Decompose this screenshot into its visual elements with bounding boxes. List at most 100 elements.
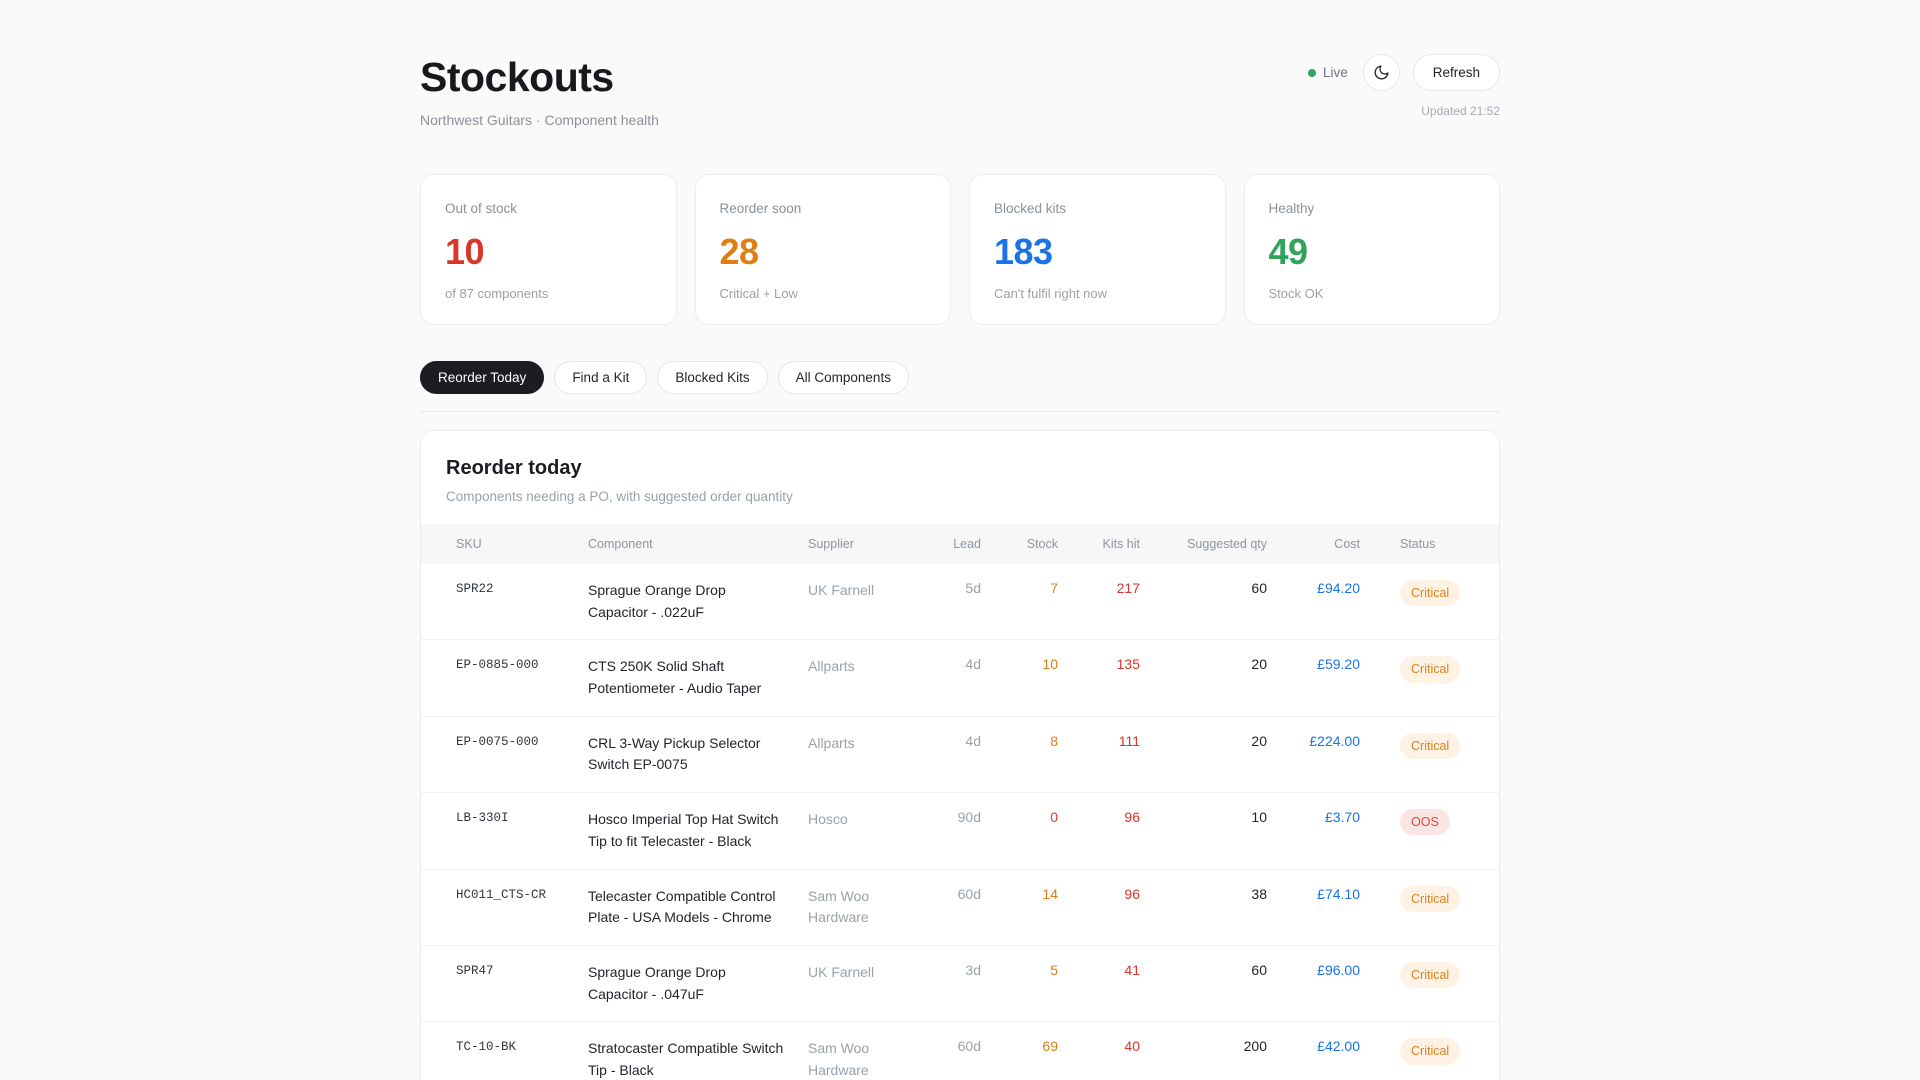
kits-hit-cell: 135: [1058, 639, 1140, 717]
component-cell: Sprague Orange Drop Capacitor - .022uF: [588, 582, 726, 620]
col-header-kits-hit: Kits hit: [1102, 537, 1140, 551]
sku-cell: SPR47: [421, 944, 588, 1022]
page-container: Stockouts Northwest Guitars · Component …: [420, 0, 1500, 1080]
table-row[interactable]: SPR22 Sprague Orange Drop Capacitor - .0…: [421, 564, 1499, 640]
stat-sub: Stock OK: [1268, 286, 1324, 301]
tab-all-components[interactable]: All Components: [777, 361, 909, 394]
status-cell: OOS: [1360, 792, 1499, 869]
lead-cell: 60d: [908, 868, 981, 946]
status-cell: Critical: [1360, 868, 1499, 946]
stat-value: 10: [445, 231, 485, 272]
suggested-qty-cell: 60: [1140, 944, 1267, 1022]
stock-cell: 0: [981, 792, 1058, 869]
col-header-cost: Cost: [1334, 537, 1360, 551]
lead-cell: 4d: [908, 715, 981, 793]
stock-cell: 8: [981, 715, 1058, 793]
stat-label: Out of stock: [445, 201, 518, 216]
status-cell: Critical: [1360, 639, 1499, 717]
kits-hit-cell: 41: [1058, 944, 1140, 1022]
live-dot-icon: [1307, 68, 1316, 77]
supplier-cell: UK Farnell: [808, 582, 875, 598]
col-header-status: Status: [1400, 537, 1436, 551]
cost-link[interactable]: £74.10: [1267, 868, 1360, 946]
status-badge: Critical: [1400, 885, 1461, 912]
stock-cell: 10: [981, 639, 1058, 717]
lead-cell: 3d: [908, 944, 981, 1022]
component-cell: Telecaster Compatible Control Plate - US…: [588, 868, 808, 946]
table-row[interactable]: EP-0885-000 CTS 250K Solid Shaft Potenti…: [421, 639, 1499, 717]
suggested-qty-cell: 200: [1140, 1021, 1267, 1080]
tab-reorder-today[interactable]: Reorder Today: [420, 361, 545, 394]
kits-hit-cell: 40: [1058, 1021, 1140, 1080]
status-badge: Critical: [1400, 580, 1461, 607]
status-badge: Critical: [1400, 656, 1461, 683]
stat-card-out-of-stock: Out of stock 10 of 87 components: [420, 174, 677, 325]
component-cell: Stratocaster Compatible Switch Tip - Bla…: [588, 1021, 808, 1080]
panel-subtitle: Components needing a PO, with suggested …: [446, 489, 793, 504]
kits-hit-cell: 111: [1058, 715, 1140, 793]
controls-row: Live Refresh: [1307, 54, 1500, 91]
col-header-supplier: Supplier: [808, 537, 854, 551]
table-row[interactable]: TC-10-BK Stratocaster Compatible Switch …: [421, 1021, 1499, 1080]
panel-header: Reorder today Components needing a PO, w…: [421, 431, 1499, 524]
sku-cell: TC-10-BK: [421, 1021, 588, 1080]
stats-row: Out of stock 10 of 87 components Reorder…: [420, 174, 1500, 325]
moon-icon: [1373, 64, 1390, 81]
table-row[interactable]: SPR47 Sprague Orange Drop Capacitor - .0…: [421, 944, 1499, 1022]
sku-cell: LB-330I: [421, 792, 588, 869]
sku-cell: SPR22: [456, 582, 494, 596]
component-cell: CTS 250K Solid Shaft Potentiometer - Aud…: [588, 639, 808, 717]
tab-blocked-kits[interactable]: Blocked Kits: [657, 361, 768, 394]
suggested-qty-cell: 60: [1251, 580, 1267, 596]
stat-value: 28: [719, 231, 760, 272]
page-subtitle: Northwest Guitars · Component health: [420, 112, 659, 128]
kits-hit-cell: 96: [1058, 868, 1140, 946]
col-header-component: Component: [588, 537, 653, 551]
component-cell: CRL 3-Way Pickup Selector Switch EP-0075: [588, 715, 808, 793]
status-cell: Critical: [1360, 564, 1499, 640]
stat-card-blocked-kits: Blocked kits 183 Can't fulfil right now: [969, 174, 1226, 325]
cost-link[interactable]: £96.00: [1267, 944, 1360, 1022]
stat-card-healthy: Healthy 49 Stock OK: [1243, 174, 1500, 325]
live-indicator: Live: [1307, 65, 1348, 80]
supplier-cell: Sam Woo Hardware: [808, 868, 908, 946]
cost-link[interactable]: £94.20: [1267, 564, 1360, 640]
status-badge: Critical: [1400, 1038, 1461, 1065]
lead-cell: 60d: [908, 1021, 981, 1080]
lead-cell: 5d: [965, 580, 981, 596]
suggested-qty-cell: 10: [1140, 792, 1267, 869]
suggested-qty-cell: 38: [1140, 868, 1267, 946]
title-block: Stockouts Northwest Guitars · Component …: [420, 54, 659, 128]
kits-hit-cell: 217: [1116, 580, 1140, 596]
stock-cell: 5: [981, 944, 1058, 1022]
supplier-cell: Sam Woo Hardware: [808, 1021, 908, 1080]
cost-link[interactable]: £59.20: [1267, 639, 1360, 717]
supplier-cell: Allparts: [808, 715, 908, 793]
stat-value: 49: [1268, 231, 1309, 272]
stat-sub: of 87 components: [445, 286, 549, 301]
cost-link[interactable]: £3.70: [1267, 792, 1360, 869]
stat-label: Reorder soon: [719, 201, 802, 216]
col-header-stock: Stock: [1026, 537, 1058, 551]
table-row[interactable]: HC011_CTS-CR Telecaster Compatible Contr…: [421, 868, 1499, 946]
refresh-button[interactable]: Refresh: [1412, 54, 1500, 91]
lead-cell: 4d: [908, 639, 981, 717]
status-cell: Critical: [1360, 944, 1499, 1022]
updated-timestamp: Updated 21:52: [1421, 104, 1500, 118]
sku-cell: HC011_CTS-CR: [421, 868, 588, 946]
cost-link[interactable]: £42.00: [1267, 1021, 1360, 1080]
stat-value: 183: [994, 231, 1053, 272]
table-header-row: SKU Component Supplier Lead Stock Kits h…: [421, 524, 1499, 564]
table-row[interactable]: LB-330I Hosco Imperial Top Hat Switch Ti…: [421, 792, 1499, 869]
table-row[interactable]: EP-0075-000 CRL 3-Way Pickup Selector Sw…: [421, 715, 1499, 793]
tab-find-a-kit[interactable]: Find a Kit: [554, 361, 648, 394]
dark-mode-toggle[interactable]: [1362, 54, 1400, 91]
stat-sub: Critical + Low: [719, 286, 798, 301]
cost-link[interactable]: £224.00: [1267, 715, 1360, 793]
sku-cell: EP-0075-000: [421, 715, 588, 793]
status-badge: Critical: [1400, 961, 1461, 989]
col-header-suggested-qty: Suggested qty: [1187, 537, 1267, 551]
status-cell: Critical: [1360, 1021, 1499, 1080]
page-title: Stockouts: [420, 54, 614, 100]
col-header-lead: Lead: [953, 537, 981, 551]
